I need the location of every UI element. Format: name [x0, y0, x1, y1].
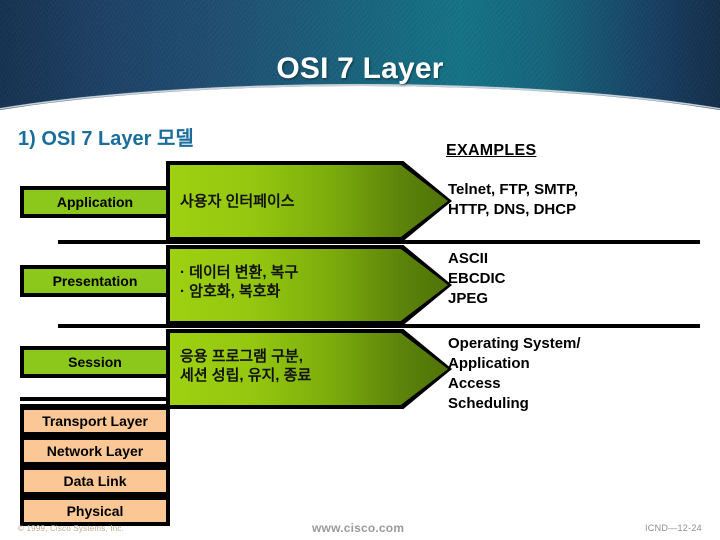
- layer-description-presentation: · 데이터 변환, 복구 · 암호화, 복호화: [180, 264, 299, 301]
- layer-label-physical[interactable]: Physical: [20, 496, 170, 526]
- layer-description-session: 응용 프로그램 구분, 세션 성립, 유지, 종료: [180, 348, 312, 385]
- layer-label-application-text: Application: [56, 194, 134, 210]
- slide-canvas: OSI 7 Layer 1) OSI 7 Layer 모델 EXAMPLES 사…: [0, 0, 720, 540]
- examples-column-heading: EXAMPLES: [446, 142, 537, 159]
- divider-rule-3: [20, 397, 170, 401]
- layer-description-application: 사용자 인터페이스: [180, 193, 295, 210]
- layer-label-transport-text: Transport Layer: [42, 413, 148, 429]
- page-title: OSI 7 Layer: [276, 52, 444, 85]
- footer-url: www.cisco.com: [312, 521, 405, 535]
- layer-label-network-text: Network Layer: [46, 443, 144, 459]
- divider-rule-2: [58, 324, 700, 328]
- section-subtitle: 1) OSI 7 Layer 모델: [18, 128, 194, 150]
- layer-label-datalink[interactable]: Data Link: [20, 466, 170, 496]
- examples-presentation: ASCII EBCDIC JPEG: [448, 250, 506, 307]
- layer-label-presentation[interactable]: Presentation: [20, 265, 170, 297]
- footer-copyright: © 1999, Cisco Systems, Inc.: [18, 524, 124, 533]
- examples-session: Operating System/ Application Access Sch…: [448, 335, 581, 412]
- layer-label-session-text: Session: [68, 354, 122, 370]
- footer-course-code: ICND—12-24: [644, 523, 702, 533]
- divider-rule-1: [58, 240, 700, 244]
- layer-label-physical-text: Physical: [66, 503, 124, 519]
- layer-label-transport[interactable]: Transport Layer: [20, 406, 170, 436]
- layer-label-session[interactable]: Session: [20, 346, 170, 378]
- layer-label-presentation-text: Presentation: [52, 273, 138, 289]
- examples-application: Telnet, FTP, SMTP, HTTP, DNS, DHCP: [448, 181, 579, 218]
- layer-label-datalink-text: Data Link: [63, 473, 127, 489]
- layer-label-network[interactable]: Network Layer: [20, 436, 170, 466]
- layer-label-application[interactable]: Application: [20, 186, 170, 218]
